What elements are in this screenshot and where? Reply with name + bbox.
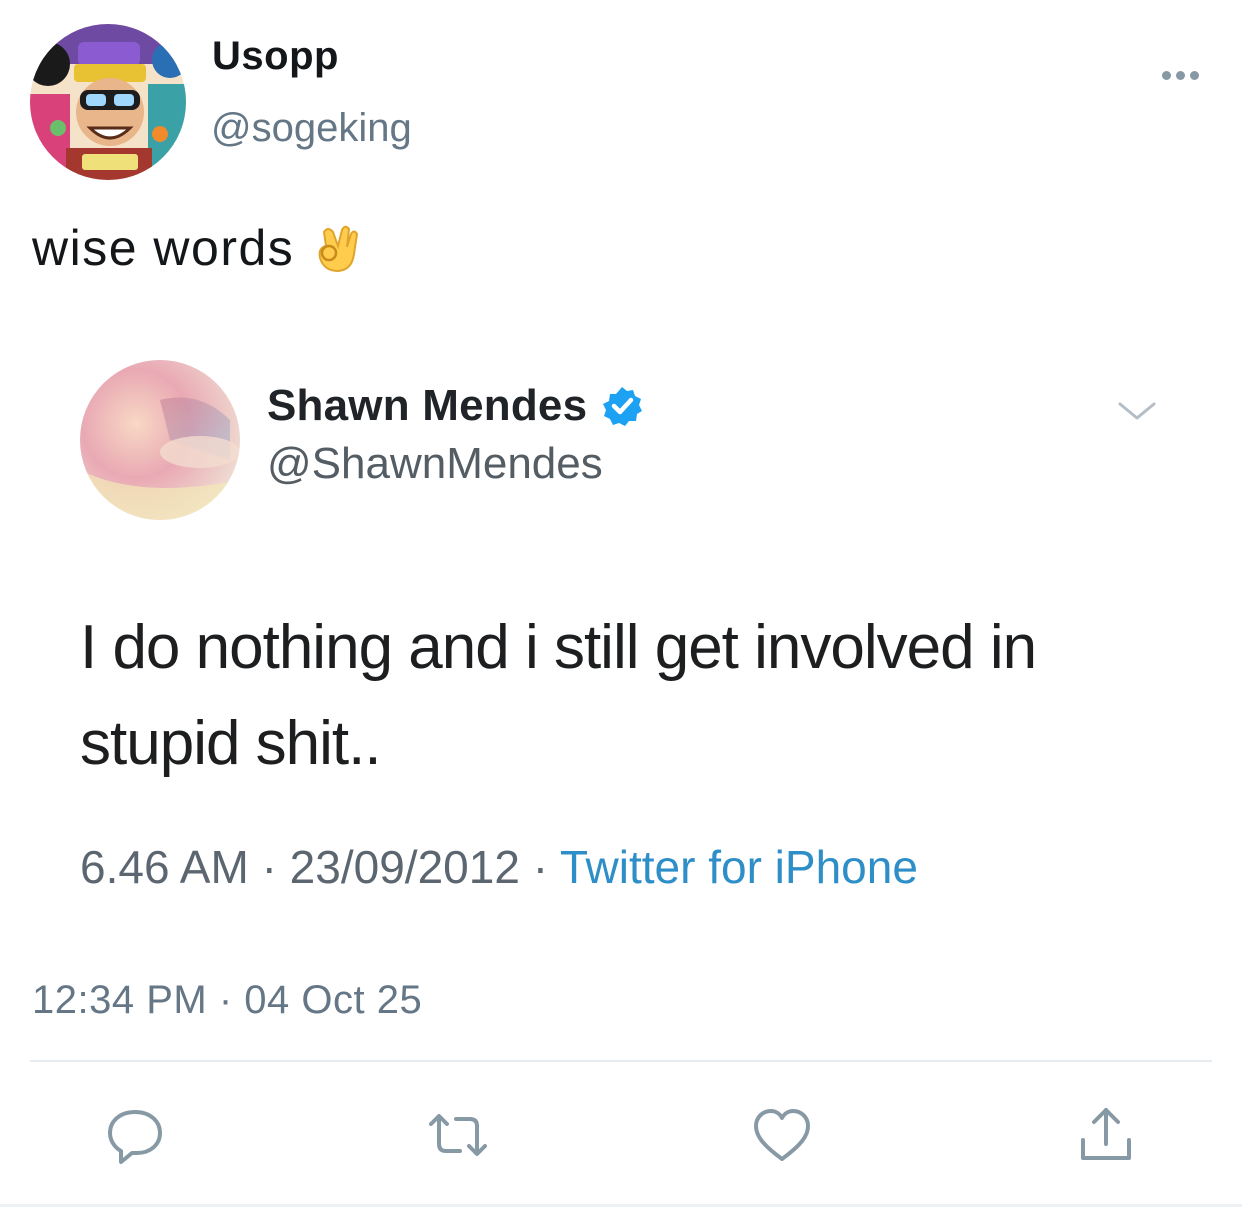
reply-button[interactable] [100, 1100, 170, 1170]
author-avatar[interactable] [30, 24, 186, 180]
verified-badge-icon [603, 387, 643, 426]
author-handle[interactable]: @sogeking [211, 108, 412, 148]
embedded-tweet-meta: 6.46 AM · 23/09/2012 · Twitter for iPhon… [80, 844, 918, 890]
bottom-border [0, 1204, 1242, 1207]
meta-separator: · [261, 841, 277, 893]
author-display-name[interactable]: Usopp [212, 36, 339, 76]
embedded-tweet-date: 23/09/2012 [289, 841, 520, 893]
tweet-timestamp[interactable]: 12:34 PM · 04 Oct 25 [32, 980, 422, 1020]
avatar-illustration [30, 24, 186, 180]
share-button[interactable] [1071, 1100, 1141, 1170]
meta-separator: · [532, 841, 549, 893]
embedded-tweet-source-link[interactable]: Twitter for iPhone [560, 841, 918, 893]
embedded-author-name-row: Shawn Mendes [267, 384, 643, 428]
more-dot [1189, 70, 1199, 80]
like-icon [754, 1109, 810, 1161]
tweet-text: wise words [32, 220, 364, 276]
reply-icon [108, 1110, 162, 1164]
chevron-down-icon[interactable] [1114, 396, 1160, 426]
embedded-author-avatar[interactable] [80, 360, 240, 520]
embedded-author-display-name[interactable]: Shawn Mendes [267, 384, 587, 428]
more-dot [1161, 70, 1171, 80]
divider [30, 1060, 1212, 1062]
ok-hand-emoji-icon [318, 225, 359, 273]
embedded-author-handle[interactable]: @ShawnMendes [267, 442, 603, 486]
embedded-tweet-text: I do nothing and i still get involved in… [80, 613, 1037, 778]
embedded-tweet-time: 6.46 AM [80, 841, 249, 893]
embedded-avatar-image [80, 360, 240, 520]
more-options-button[interactable] [1150, 60, 1210, 90]
tweet-body: wise words [32, 220, 295, 276]
like-button[interactable] [747, 1100, 817, 1170]
retweet-button[interactable] [423, 1100, 493, 1170]
retweet-icon [429, 1114, 487, 1156]
more-dot [1175, 70, 1185, 80]
share-icon [1081, 1108, 1131, 1160]
